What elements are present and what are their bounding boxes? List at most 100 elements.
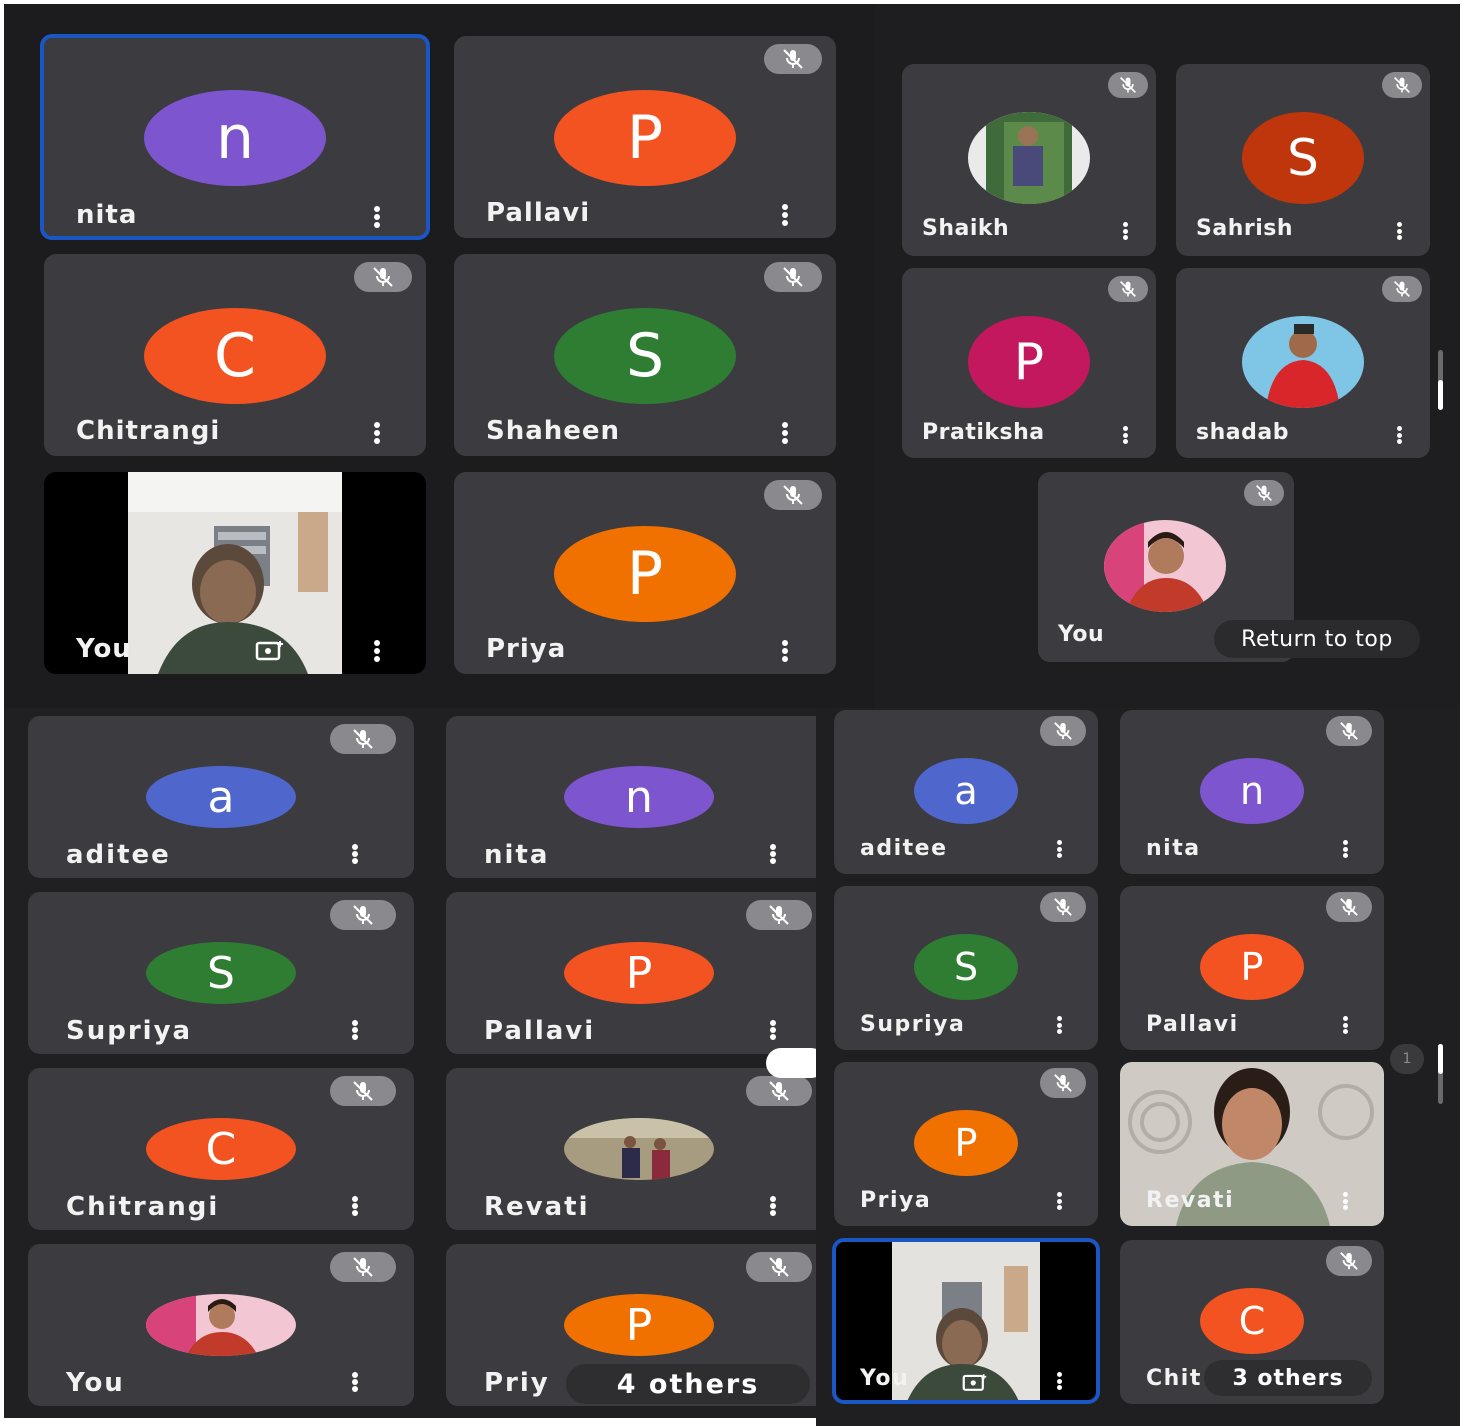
avatar: n (564, 766, 714, 828)
participant-tile-shadab[interactable]: shadab (1176, 268, 1430, 458)
more-options-icon[interactable] (1054, 840, 1064, 858)
mic-off-icon (330, 900, 396, 930)
more-options-icon[interactable] (780, 640, 790, 662)
participant-tile-nita[interactable]: n nita (1120, 710, 1384, 874)
more-options-icon[interactable] (780, 422, 790, 444)
participant-tile-nita[interactable]: n nita (446, 716, 816, 878)
avatar-photo (564, 1118, 714, 1180)
more-options-icon[interactable] (1054, 1372, 1064, 1390)
avatar: a (146, 766, 296, 828)
participant-tile-revati-video[interactable]: Revati (1120, 1062, 1384, 1226)
participant-tile-you-video[interactable]: You (44, 472, 426, 674)
mic-off-icon (764, 44, 822, 74)
participant-name: Priya (486, 634, 567, 664)
participant-tile-revati[interactable]: Revati (446, 1068, 816, 1230)
meet-screenshot-2: Shaikh S Sahrish P Pratiksha shadab You … (874, 4, 1460, 708)
meet-screenshot-3: a aditee n nita S Supriya P Pallavi C Ch… (4, 708, 816, 1418)
mic-off-icon (1108, 276, 1148, 302)
camera-effects-icon[interactable] (960, 1370, 990, 1394)
participant-name: shadab (1196, 420, 1289, 445)
avatar-photo (146, 1294, 296, 1356)
participant-tile-you-video[interactable]: You (832, 1238, 1100, 1404)
mic-off-icon (1326, 892, 1372, 922)
participant-tile-you[interactable]: You (28, 1244, 414, 1406)
participant-tile-aditee[interactable]: a aditee (28, 716, 414, 878)
participant-tile-chitrangi[interactable]: C Chitrangi (44, 254, 426, 456)
avatar: C (146, 1118, 296, 1180)
scrollbar-thumb[interactable] (1438, 380, 1443, 410)
participant-tile-sahrish[interactable]: S Sahrish (1176, 64, 1430, 256)
participant-tile-supriya[interactable]: S Supriya (834, 886, 1098, 1050)
mic-off-icon (1326, 1246, 1372, 1276)
participant-name: Chitrangi (76, 416, 221, 446)
participant-tile-priya[interactable]: P Priya (454, 472, 836, 674)
more-options-icon[interactable] (768, 1020, 778, 1040)
participant-name: You (76, 634, 132, 664)
return-to-top-button[interactable]: Return to top (1214, 620, 1420, 658)
more-options-icon[interactable] (1394, 222, 1404, 240)
others-count-pill[interactable]: 4 others (566, 1364, 810, 1404)
more-options-icon[interactable] (1340, 1192, 1350, 1210)
participant-tile-supriya[interactable]: S Supriya (28, 892, 414, 1054)
more-options-icon[interactable] (350, 1020, 360, 1040)
avatar: C (1200, 1288, 1304, 1354)
participant-tile-shaikh[interactable]: Shaikh (902, 64, 1156, 256)
participant-name: You (1058, 622, 1105, 647)
more-options-icon[interactable] (768, 1196, 778, 1216)
avatar: a (914, 758, 1018, 824)
participant-tile-pallavi[interactable]: P Pallavi (454, 36, 836, 238)
participant-name: Revati (1146, 1188, 1235, 1213)
floating-dot (766, 1048, 816, 1078)
more-options-icon[interactable] (350, 1372, 360, 1392)
participant-name: You (860, 1366, 910, 1391)
more-options-icon[interactable] (1120, 222, 1130, 240)
participant-name: Pratiksha (922, 420, 1045, 445)
more-options-icon[interactable] (1054, 1016, 1064, 1034)
participant-tile-pallavi[interactable]: P Pallavi (1120, 886, 1384, 1050)
participant-tile-chitrangi[interactable]: C Chitrangi (28, 1068, 414, 1230)
participant-name: Supriya (66, 1016, 193, 1046)
more-options-icon[interactable] (350, 844, 360, 864)
more-options-icon[interactable] (1120, 426, 1130, 444)
more-options-icon[interactable] (768, 844, 778, 864)
avatar: P (554, 526, 736, 622)
more-options-icon[interactable] (1340, 840, 1350, 858)
others-count-pill[interactable]: 3 others (1204, 1360, 1372, 1396)
avatar: S (1242, 112, 1364, 204)
avatar: P (554, 90, 736, 186)
mic-off-icon (764, 262, 822, 292)
more-options-icon[interactable] (1394, 426, 1404, 444)
scrollbar-thumb[interactable] (1438, 1044, 1443, 1074)
mic-off-icon (330, 1252, 396, 1282)
participant-tile-pratiksha[interactable]: P Pratiksha (902, 268, 1156, 458)
more-options-icon[interactable] (1340, 1016, 1350, 1034)
page-indicator[interactable]: 1 (1390, 1044, 1424, 1074)
participant-tile-aditee[interactable]: a aditee (834, 710, 1098, 874)
more-options-icon[interactable] (780, 204, 790, 226)
avatar: n (1200, 758, 1304, 824)
participant-name: aditee (860, 836, 948, 861)
participant-tile-pallavi[interactable]: P Pallavi (446, 892, 816, 1054)
avatar-photo (968, 112, 1090, 204)
participant-name: Sahrish (1196, 216, 1293, 241)
avatar: n (144, 90, 326, 186)
participant-name: nita (1146, 836, 1201, 861)
participant-tile-priya[interactable]: P Priya (834, 1062, 1098, 1226)
avatar: S (146, 942, 296, 1004)
participant-name: nita (76, 200, 138, 230)
meet-screenshot-1: n nita P Pallavi C Chitrangi S Shaheen Y… (4, 4, 874, 708)
mic-off-icon (1244, 480, 1284, 506)
more-options-icon[interactable] (350, 1196, 360, 1216)
self-video-feed (128, 472, 342, 674)
camera-effects-icon[interactable] (252, 636, 288, 664)
mic-off-icon (1040, 892, 1086, 922)
participant-tile-nita[interactable]: n nita (40, 34, 430, 240)
more-options-icon[interactable] (372, 206, 382, 228)
more-options-icon[interactable] (1054, 1192, 1064, 1210)
mic-off-icon (1108, 72, 1148, 98)
more-options-icon[interactable] (372, 640, 382, 662)
participant-tile-shaheen[interactable]: S Shaheen (454, 254, 836, 456)
more-options-icon[interactable] (372, 422, 382, 444)
participant-name: nita (484, 840, 550, 870)
participant-name: Priya (860, 1188, 932, 1213)
